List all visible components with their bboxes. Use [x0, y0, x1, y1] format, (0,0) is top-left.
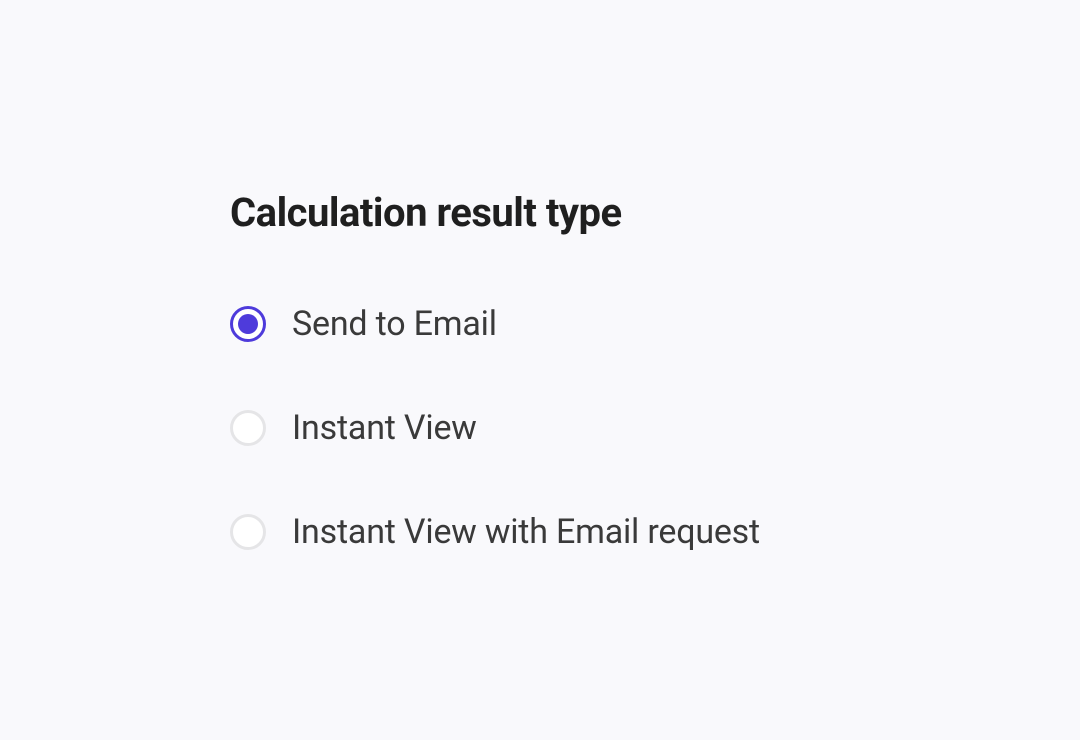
radio-icon: [230, 514, 266, 550]
radio-option-instant-view-email-request[interactable]: Instant View with Email request: [230, 512, 1080, 552]
radio-label: Instant View with Email request: [292, 512, 760, 552]
radio-option-instant-view[interactable]: Instant View: [230, 408, 1080, 448]
radio-label: Send to Email: [292, 304, 497, 344]
radio-label: Instant View: [292, 408, 477, 448]
radio-option-send-to-email[interactable]: Send to Email: [230, 304, 1080, 344]
radio-group-result-type: Send to Email Instant View Instant View …: [230, 304, 1080, 552]
radio-dot-icon: [238, 314, 258, 334]
radio-icon: [230, 306, 266, 342]
radio-icon: [230, 410, 266, 446]
section-heading: Calculation result type: [230, 189, 1080, 236]
